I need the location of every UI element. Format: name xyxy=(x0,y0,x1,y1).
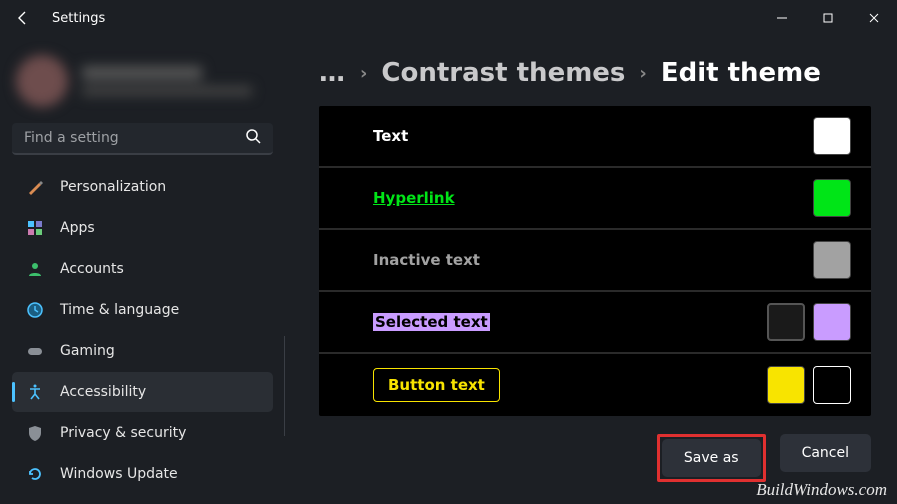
save-as-button[interactable]: Save as xyxy=(662,439,761,477)
breadcrumb-current: Edit theme xyxy=(661,58,821,88)
title-bar: Settings xyxy=(0,0,897,36)
chevron-right-icon: › xyxy=(360,63,367,84)
nav-list: Personalization Apps Accounts Time & lan… xyxy=(12,167,273,494)
sidebar-item-personalization[interactable]: Personalization xyxy=(12,167,273,207)
theme-row-text[interactable]: Text xyxy=(319,106,871,168)
row-label: Hyperlink xyxy=(373,189,805,207)
footer-buttons: Save as Cancel xyxy=(319,434,871,482)
color-swatch-selected-fg[interactable] xyxy=(767,303,805,341)
sidebar-item-time-language[interactable]: Time & language xyxy=(12,290,273,330)
highlight-annotation: Save as xyxy=(657,434,766,482)
sidebar-item-privacy-security[interactable]: Privacy & security xyxy=(12,413,273,453)
sidebar-item-label: Windows Update xyxy=(60,466,178,482)
sidebar-item-label: Time & language xyxy=(60,302,179,318)
clock-icon xyxy=(26,301,44,319)
profile-block[interactable] xyxy=(16,54,269,109)
theme-row-inactive-text[interactable]: Inactive text xyxy=(319,230,871,292)
main-content: … › Contrast themes › Edit theme Text Hy… xyxy=(285,36,897,504)
sidebar-item-gaming[interactable]: Gaming xyxy=(12,331,273,371)
theme-row-hyperlink[interactable]: Hyperlink xyxy=(319,168,871,230)
sidebar-divider xyxy=(284,336,285,436)
accessibility-icon xyxy=(26,383,44,401)
sidebar-item-apps[interactable]: Apps xyxy=(12,208,273,248)
cancel-button[interactable]: Cancel xyxy=(780,434,871,472)
sidebar-item-accounts[interactable]: Accounts xyxy=(12,249,273,289)
person-icon xyxy=(26,260,44,278)
color-swatch-selected-bg[interactable] xyxy=(813,303,851,341)
close-button[interactable] xyxy=(851,0,897,36)
color-swatch-button-fg[interactable] xyxy=(767,366,805,404)
search-input[interactable] xyxy=(12,123,273,155)
paintbrush-icon xyxy=(26,178,44,196)
chevron-right-icon: › xyxy=(639,63,646,84)
breadcrumb: … › Contrast themes › Edit theme xyxy=(319,58,871,88)
sidebar-item-label: Privacy & security xyxy=(60,425,186,441)
window-controls xyxy=(759,0,897,36)
gamepad-icon xyxy=(26,342,44,360)
color-swatch-hyperlink[interactable] xyxy=(813,179,851,217)
breadcrumb-ellipsis[interactable]: … xyxy=(319,58,346,88)
row-label: Button text xyxy=(373,368,759,402)
color-swatch-text[interactable] xyxy=(813,117,851,155)
color-swatch-inactive[interactable] xyxy=(813,241,851,279)
minimize-button[interactable] xyxy=(759,0,805,36)
avatar xyxy=(16,55,68,107)
sidebar-item-label: Accounts xyxy=(60,261,124,277)
apps-icon xyxy=(26,219,44,237)
update-icon xyxy=(26,465,44,483)
sidebar: Personalization Apps Accounts Time & lan… xyxy=(0,36,285,504)
theme-row-button-text[interactable]: Button text xyxy=(319,354,871,416)
sidebar-item-windows-update[interactable]: Windows Update xyxy=(12,454,273,494)
theme-editor-panel: Text Hyperlink Inactive text Selected te… xyxy=(319,106,871,416)
app-title: Settings xyxy=(52,11,105,26)
breadcrumb-parent[interactable]: Contrast themes xyxy=(381,58,625,88)
search-icon xyxy=(245,128,261,148)
maximize-button[interactable] xyxy=(805,0,851,36)
back-button[interactable] xyxy=(14,9,32,27)
sidebar-item-label: Gaming xyxy=(60,343,115,359)
shield-icon xyxy=(26,424,44,442)
row-label: Text xyxy=(373,127,805,145)
row-label: Inactive text xyxy=(373,251,805,269)
row-label: Selected text xyxy=(373,313,759,331)
sidebar-item-label: Personalization xyxy=(60,179,166,195)
sidebar-item-label: Accessibility xyxy=(60,384,146,400)
color-swatch-button-bg[interactable] xyxy=(813,366,851,404)
theme-row-selected-text[interactable]: Selected text xyxy=(319,292,871,354)
sidebar-item-accessibility[interactable]: Accessibility xyxy=(12,372,273,412)
sidebar-item-label: Apps xyxy=(60,220,95,236)
search-field[interactable] xyxy=(24,130,245,146)
